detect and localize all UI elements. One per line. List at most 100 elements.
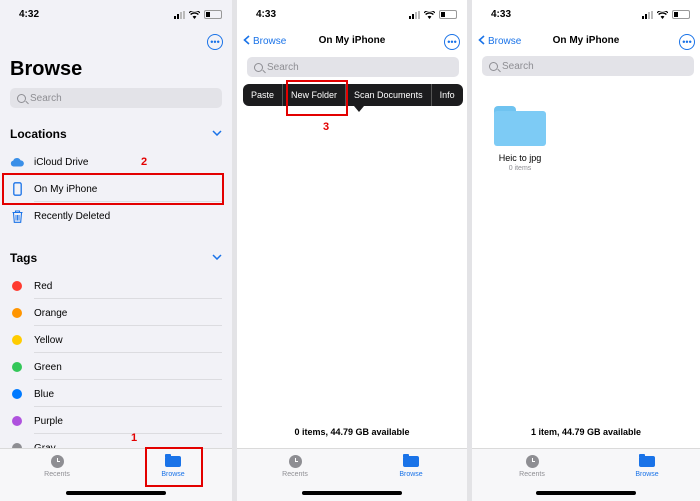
home-indicator [302, 491, 402, 495]
wifi-icon [189, 10, 200, 19]
folder-name[interactable]: Heic to jpg [480, 153, 560, 163]
search-icon [489, 61, 498, 71]
signal-icon [642, 10, 653, 19]
tag-item-green[interactable]: Green [10, 354, 222, 380]
tag-dot-icon [10, 333, 24, 347]
on-my-iphone-screen-with-folder: 4:33 On My iPhone Browse ••• Search Heic… [472, 0, 700, 501]
search-icon [254, 62, 263, 72]
tab-label: Browse [399, 471, 423, 478]
back-button[interactable]: Browse [243, 35, 286, 47]
folder-icon [403, 454, 419, 467]
clock-icon [525, 455, 539, 468]
clock-icon [288, 455, 302, 468]
trash-icon [10, 209, 24, 223]
divider [34, 406, 222, 407]
tag-label: Orange [34, 307, 68, 319]
back-button[interactable]: Browse [478, 35, 521, 47]
tab-recents[interactable]: Recents [512, 455, 552, 478]
context-menu-pointer [354, 106, 364, 112]
divider [34, 379, 222, 380]
tag-item-red[interactable]: Red [10, 273, 222, 299]
folder-icon [639, 454, 655, 467]
more-options-button[interactable]: ••• [207, 34, 223, 50]
tag-dot-icon [10, 414, 24, 428]
sidebar-item-recently-deleted[interactable]: Recently Deleted [10, 203, 222, 229]
divider [34, 298, 222, 299]
tag-label: Yellow [34, 334, 63, 346]
more-options-button[interactable]: ••• [444, 34, 460, 50]
wifi-icon [657, 10, 668, 19]
tag-item-purple[interactable]: Purple [10, 408, 222, 434]
tag-dot-icon [10, 279, 24, 293]
storage-footer: 1 item, 44.79 GB available [530, 427, 642, 437]
back-label: Browse [253, 36, 287, 47]
search-placeholder: Search [30, 92, 62, 104]
locations-header[interactable]: Locations [10, 127, 222, 141]
folder-icon[interactable] [494, 106, 546, 146]
home-indicator [66, 491, 166, 495]
step-annotation: 2 [141, 156, 148, 168]
ellipsis-icon: ••• [682, 36, 692, 47]
battery-icon [439, 10, 457, 19]
search-input[interactable]: Search [482, 56, 694, 76]
step-annotation: 3 [323, 121, 330, 133]
signal-icon [409, 10, 420, 19]
menu-item-info[interactable]: Info [432, 84, 463, 106]
tags-header[interactable]: Tags [10, 251, 222, 265]
tab-browse[interactable]: Browse [391, 454, 431, 478]
locations-header-label: Locations [10, 127, 67, 141]
divider [34, 325, 222, 326]
tab-label: Browse [635, 471, 659, 478]
status-time: 4:33 [256, 9, 277, 20]
sidebar-item-icloud-drive[interactable]: iCloud Drive [10, 149, 222, 175]
folder-item-count: 0 items [508, 165, 532, 172]
search-input[interactable]: Search [10, 88, 222, 108]
tag-dot-icon [10, 387, 24, 401]
menu-item-scan-documents[interactable]: Scan Documents [346, 84, 432, 106]
chevron-left-icon [478, 35, 485, 45]
tag-label: Red [34, 280, 53, 292]
status-icons [409, 10, 457, 19]
highlight-box [145, 447, 203, 487]
more-options-button[interactable]: ••• [679, 34, 695, 50]
tab-browse[interactable]: Browse [627, 454, 667, 478]
home-indicator [536, 491, 636, 495]
highlight-box [2, 173, 224, 205]
chevron-down-icon [212, 252, 222, 262]
tab-label: Recents [519, 471, 545, 478]
tab-recents[interactable]: Recents [275, 455, 315, 478]
battery-icon [204, 10, 222, 19]
chevron-down-icon [212, 128, 222, 138]
tab-label: Recents [282, 471, 308, 478]
search-icon [17, 93, 26, 103]
ellipsis-icon: ••• [210, 36, 220, 47]
divider [34, 433, 222, 434]
signal-icon [174, 10, 185, 19]
context-menu: Paste New Folder Scan Documents Info [243, 84, 463, 106]
status-icons [642, 10, 690, 19]
clock-icon [50, 455, 64, 468]
tab-bar: Recents Browse [237, 448, 467, 501]
tag-item-yellow[interactable]: Yellow [10, 327, 222, 353]
tag-dot-icon [10, 360, 24, 374]
back-label: Browse [488, 36, 522, 47]
chevron-left-icon [243, 35, 250, 45]
page-title: Browse [10, 58, 83, 80]
status-time: 4:32 [19, 9, 40, 20]
search-input[interactable]: Search [247, 57, 459, 77]
highlight-box [286, 80, 348, 116]
search-placeholder: Search [502, 60, 534, 72]
tag-item-blue[interactable]: Blue [10, 381, 222, 407]
menu-item-paste[interactable]: Paste [243, 84, 284, 106]
browse-screen: 4:32 ••• Browse Search Locations iCloud … [0, 0, 232, 501]
tag-item-orange[interactable]: Orange [10, 300, 222, 326]
ellipsis-icon: ••• [447, 36, 457, 47]
status-icons [174, 10, 222, 19]
sidebar-item-label: Recently Deleted [34, 210, 111, 222]
tag-dot-icon [10, 306, 24, 320]
tab-recents[interactable]: Recents [37, 455, 77, 478]
step-annotation: 1 [131, 432, 138, 444]
cloud-icon [10, 155, 24, 169]
wifi-icon [424, 10, 435, 19]
sidebar-item-label: iCloud Drive [34, 156, 89, 168]
